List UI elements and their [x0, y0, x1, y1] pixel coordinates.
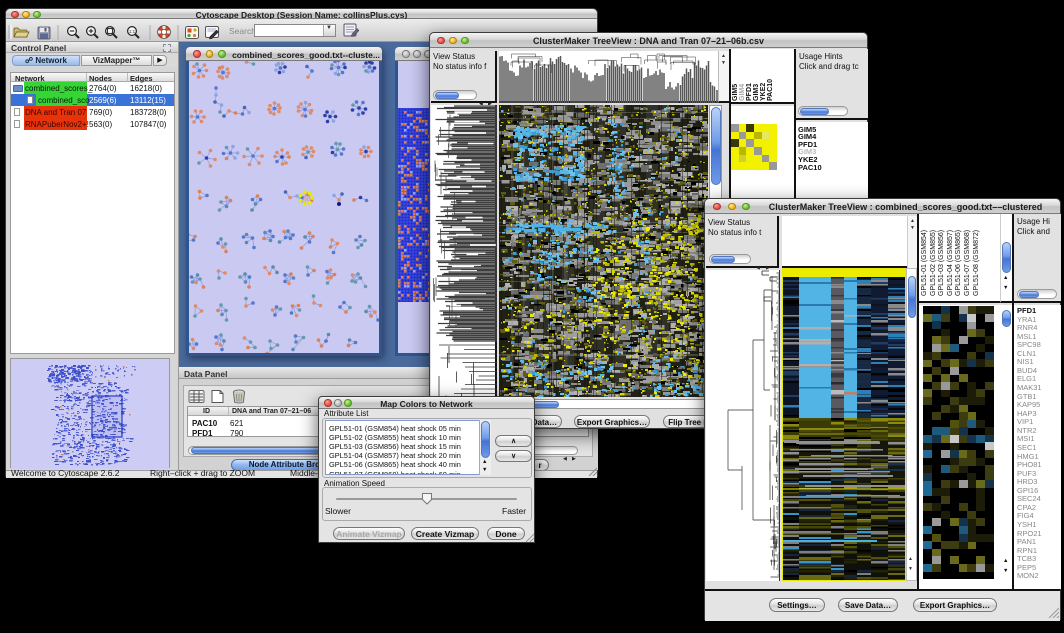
svg-text:1:1: 1:1 [129, 29, 136, 34]
